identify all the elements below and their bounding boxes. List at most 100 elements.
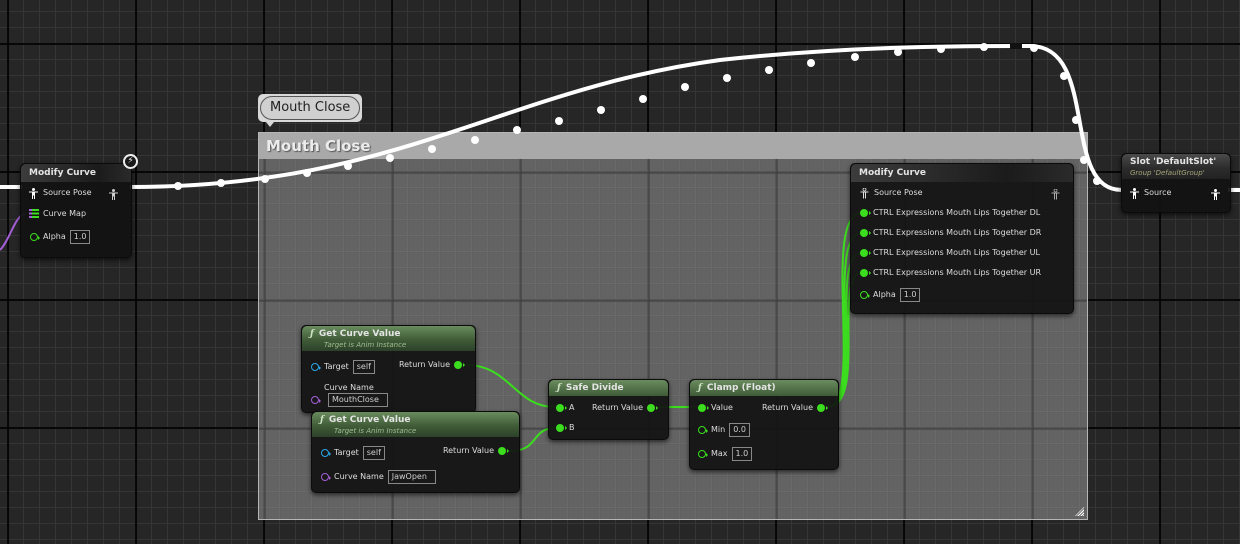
curve-map-pin-icon[interactable] bbox=[29, 209, 39, 219]
pose-output-pin-icon[interactable] bbox=[109, 189, 118, 200]
pin-target[interactable]: Target self bbox=[311, 360, 375, 374]
float-pin-icon[interactable] bbox=[860, 209, 871, 217]
pin-curve-name[interactable]: Curve Name JawOpen bbox=[321, 470, 436, 484]
max-input[interactable]: 1.0 bbox=[731, 447, 753, 461]
pose-output-pin-icon[interactable] bbox=[1211, 189, 1220, 200]
modify-curve-node-left[interactable]: Modify Curve Source Pose Curve Map Alpha… bbox=[20, 163, 132, 258]
pin-label: A bbox=[569, 403, 575, 412]
pin-max[interactable]: Max 1.0 bbox=[698, 447, 753, 461]
clamp-float-node[interactable]: ƒ Clamp (Float) Value Return Value Min 0.… bbox=[689, 379, 839, 470]
pin-a[interactable]: A bbox=[556, 401, 574, 415]
pin-curve-ul[interactable]: CTRL Expressions Mouth Lips Together UL bbox=[860, 246, 1040, 260]
node-title-text: Get Curve Value bbox=[328, 415, 411, 425]
float-pin-icon[interactable] bbox=[698, 404, 709, 412]
pose-pin-icon[interactable] bbox=[1130, 187, 1139, 199]
pin-label: CTRL Expressions Mouth Lips Together UL bbox=[873, 248, 1040, 257]
float-pin-icon[interactable] bbox=[698, 426, 708, 434]
node-title: ƒ Get Curve Value bbox=[302, 326, 475, 340]
pin-target[interactable]: Target self bbox=[321, 446, 385, 460]
float-pin-icon[interactable] bbox=[860, 249, 871, 257]
pose-pin-icon[interactable] bbox=[29, 187, 38, 199]
pin-curve-name[interactable]: MouthClose bbox=[311, 393, 388, 407]
pin-return-value[interactable]: Return Value bbox=[762, 401, 830, 415]
float-pin-icon[interactable] bbox=[647, 404, 658, 412]
get-curve-value-node-1[interactable]: ƒ Get Curve Value Target is Anim Instance… bbox=[301, 325, 476, 413]
object-pin-icon[interactable] bbox=[321, 449, 331, 457]
node-subtitle: Group 'DefaultGroup' bbox=[1122, 168, 1230, 179]
pin-label: Value bbox=[711, 403, 733, 412]
node-title: ƒ Clamp (Float) bbox=[690, 380, 838, 396]
pin-label: Source bbox=[1144, 188, 1172, 197]
pin-label: Alpha bbox=[873, 290, 896, 299]
pin-curve-dl[interactable]: CTRL Expressions Mouth Lips Together DL bbox=[860, 206, 1040, 220]
pin-alpha[interactable]: Alpha 1.0 bbox=[860, 288, 921, 302]
pin-alpha[interactable]: Alpha 1.0 bbox=[30, 230, 91, 244]
float-pin-icon[interactable] bbox=[698, 450, 708, 458]
float-pin-icon[interactable] bbox=[30, 233, 40, 241]
node-title: ƒ Safe Divide bbox=[549, 380, 668, 396]
pin-label: B bbox=[569, 423, 575, 432]
pin-return-value[interactable]: Return Value bbox=[399, 358, 467, 372]
lightning-icon[interactable]: ⚡ bbox=[123, 154, 138, 169]
float-pin-icon[interactable] bbox=[454, 361, 465, 369]
pin-label: Curve Name bbox=[334, 472, 384, 481]
curve-name-input[interactable]: MouthClose bbox=[328, 393, 388, 407]
pin-return-value[interactable]: Return Value bbox=[443, 444, 511, 458]
comment-title[interactable]: Mouth Close bbox=[259, 133, 1087, 159]
pose-output-pin-icon[interactable] bbox=[1051, 189, 1060, 200]
target-input[interactable]: self bbox=[362, 446, 385, 460]
float-pin-icon[interactable] bbox=[860, 269, 871, 277]
function-icon: ƒ bbox=[698, 383, 702, 393]
pin-label: Return Value bbox=[761, 403, 813, 412]
pin-curve-ur[interactable]: CTRL Expressions Mouth Lips Together UR bbox=[860, 266, 1041, 280]
node-title: ƒ Get Curve Value bbox=[312, 412, 519, 426]
function-icon: ƒ bbox=[320, 415, 324, 425]
node-title-text: Safe Divide bbox=[565, 383, 624, 393]
pin-label: CTRL Expressions Mouth Lips Together UR bbox=[873, 268, 1042, 277]
pin-curve-map[interactable]: Curve Map bbox=[29, 207, 86, 221]
pin-label: Return Value bbox=[591, 403, 643, 412]
modify-curve-node-right[interactable]: Modify Curve Source Pose CTRL Expression… bbox=[850, 163, 1074, 314]
safe-divide-node[interactable]: ƒ Safe Divide A B Return Value bbox=[548, 379, 669, 440]
node-title: Modify Curve bbox=[851, 164, 1073, 182]
alpha-input[interactable]: 1.0 bbox=[69, 230, 91, 244]
pin-label: Max bbox=[711, 449, 728, 458]
pin-label: Target bbox=[324, 362, 349, 371]
pin-value[interactable]: Value bbox=[698, 401, 733, 415]
node-subtitle: Target is Anim Instance bbox=[312, 426, 519, 437]
name-pin-icon[interactable] bbox=[311, 396, 321, 404]
pin-source-pose[interactable]: Source Pose bbox=[860, 186, 923, 200]
alpha-input[interactable]: 1.0 bbox=[899, 288, 921, 302]
float-pin-icon[interactable] bbox=[860, 229, 871, 237]
pin-label: Source Pose bbox=[874, 188, 923, 197]
float-pin-icon[interactable] bbox=[860, 291, 870, 299]
pin-return-value[interactable]: Return Value bbox=[592, 401, 660, 415]
pin-b[interactable]: B bbox=[556, 421, 575, 435]
slot-node[interactable]: Slot 'DefaultSlot' Group 'DefaultGroup' … bbox=[1121, 153, 1231, 213]
curve-name-label: Curve Name bbox=[324, 383, 374, 392]
pin-label: CTRL Expressions Mouth Lips Together DL bbox=[873, 208, 1041, 217]
curve-name-input[interactable]: JawOpen bbox=[387, 470, 436, 484]
pin-label: Target bbox=[334, 448, 359, 457]
pin-label: Return Value bbox=[398, 360, 450, 369]
object-pin-icon[interactable] bbox=[311, 363, 321, 371]
reroute-knot bbox=[1010, 43, 1022, 49]
pose-pin-icon[interactable] bbox=[860, 187, 869, 199]
float-pin-icon[interactable] bbox=[556, 424, 567, 432]
comment-resize-grip[interactable] bbox=[1075, 507, 1084, 516]
pin-label: Source Pose bbox=[43, 188, 92, 197]
pin-label: CTRL Expressions Mouth Lips Together DR bbox=[873, 228, 1042, 237]
target-input[interactable]: self bbox=[352, 360, 375, 374]
float-pin-icon[interactable] bbox=[556, 404, 567, 412]
pin-label: Alpha bbox=[43, 232, 66, 241]
comment-bubble[interactable]: Mouth Close bbox=[258, 94, 363, 127]
pin-source-pose[interactable]: Source Pose bbox=[29, 186, 92, 200]
float-pin-icon[interactable] bbox=[817, 404, 828, 412]
pin-curve-dr[interactable]: CTRL Expressions Mouth Lips Together DR bbox=[860, 226, 1041, 240]
name-pin-icon[interactable] bbox=[321, 473, 331, 481]
min-input[interactable]: 0.0 bbox=[729, 423, 750, 437]
pin-source[interactable]: Source bbox=[1130, 186, 1171, 200]
float-pin-icon[interactable] bbox=[498, 447, 509, 455]
get-curve-value-node-2[interactable]: ƒ Get Curve Value Target is Anim Instance… bbox=[311, 411, 520, 493]
pin-min[interactable]: Min 0.0 bbox=[698, 423, 750, 437]
